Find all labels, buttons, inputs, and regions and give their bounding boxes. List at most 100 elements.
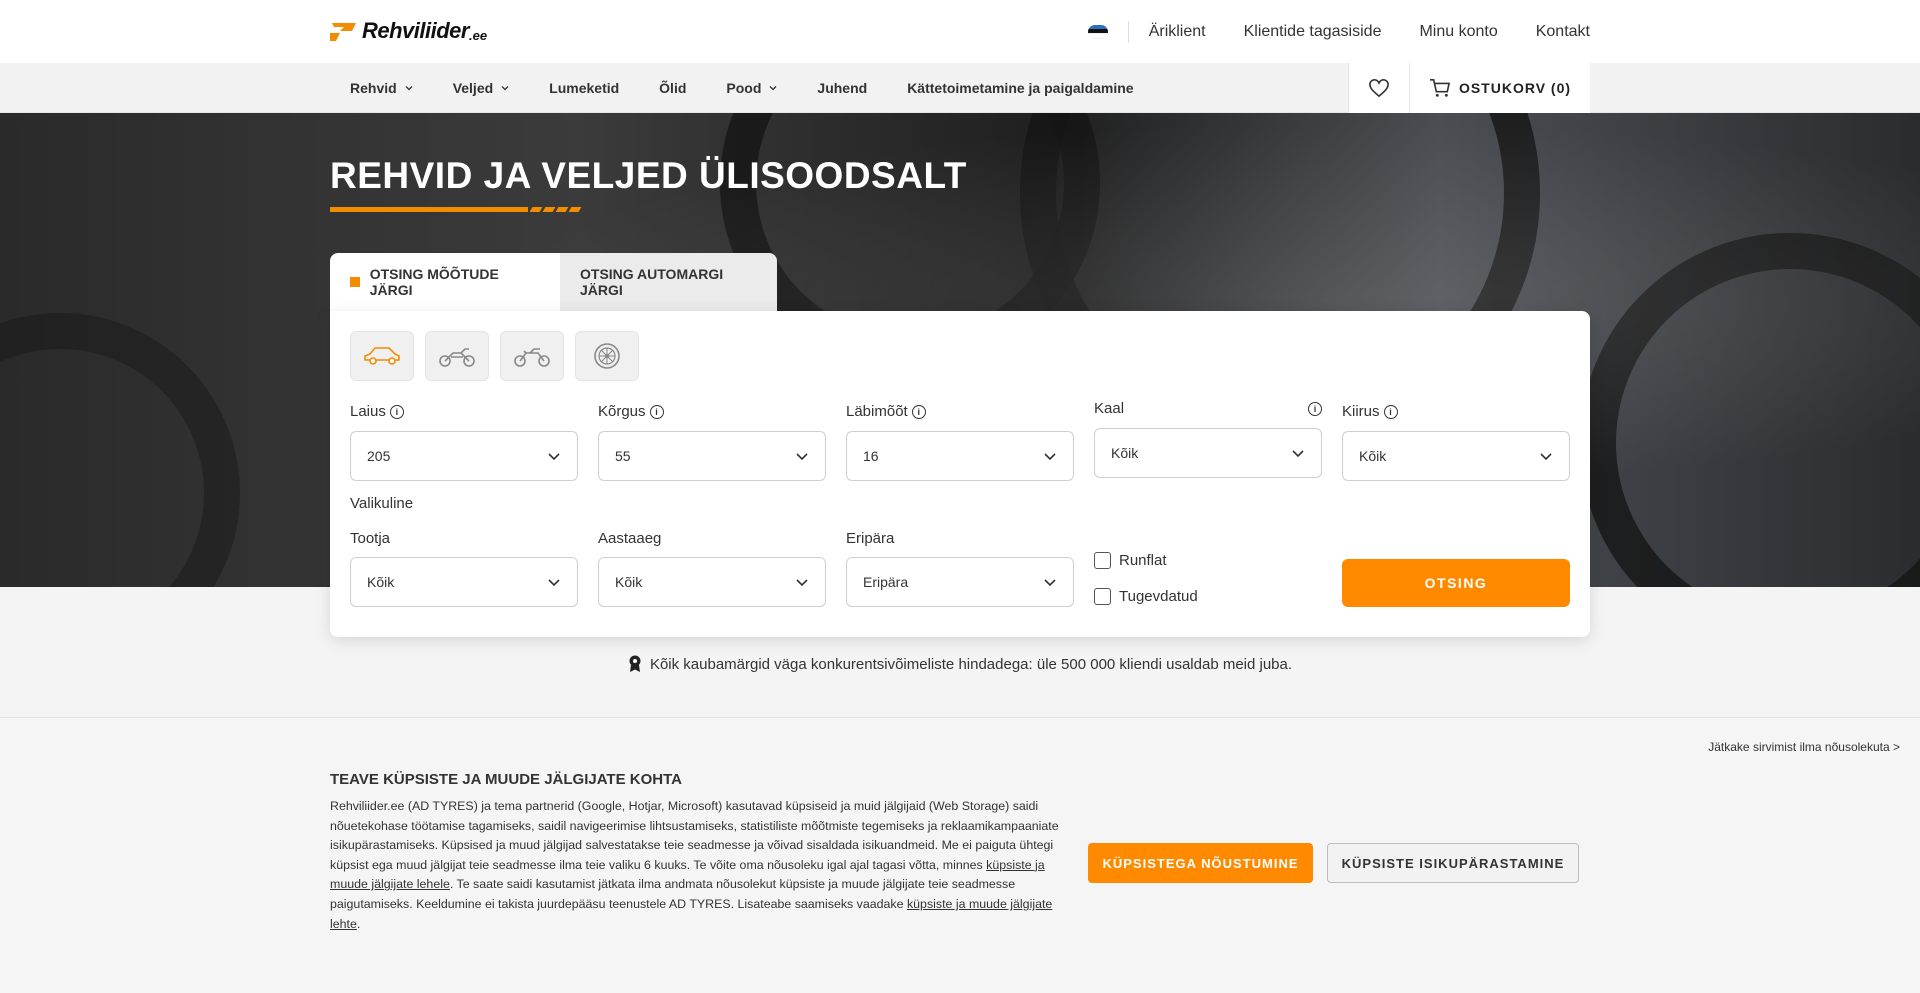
info-icon[interactable]: i bbox=[389, 404, 404, 419]
nav-label: Pood bbox=[726, 80, 762, 96]
nav-item-pood[interactable]: Pood bbox=[726, 80, 777, 96]
award-icon bbox=[629, 655, 641, 672]
cookie-skip-link[interactable]: Jätkake sirvimist ilma nõusolekuta > bbox=[1708, 740, 1900, 754]
label-text: Kiirus bbox=[1342, 403, 1380, 420]
label-laius: Laius i bbox=[350, 403, 404, 420]
label-aastaaeg: Aastaaeg bbox=[598, 530, 661, 547]
label-text: Aastaaeg bbox=[598, 530, 662, 547]
select-labimoot[interactable]: 16 bbox=[846, 431, 1074, 481]
top-header: Rehviliider .ee Äriklient Klientide taga… bbox=[0, 0, 1920, 63]
tab-label: OTSING AUTOMARGI JÄRGI bbox=[580, 266, 724, 298]
checkbox-box[interactable] bbox=[1094, 588, 1111, 605]
scooter-icon bbox=[439, 348, 475, 367]
nav-label: Kättetoimetamine ja paigaldamine bbox=[907, 80, 1134, 96]
vehicle-type-car[interactable] bbox=[350, 331, 414, 381]
nav-item-veljed[interactable]: Veljed bbox=[453, 80, 509, 96]
label-text: Laius bbox=[350, 403, 386, 420]
heart-icon bbox=[1369, 78, 1389, 98]
info-icon[interactable]: i bbox=[649, 404, 664, 419]
label-eripara: Eripära bbox=[846, 530, 894, 547]
chevron-down-icon bbox=[769, 86, 777, 91]
chevron-down-icon bbox=[405, 86, 413, 91]
nav-label: Rehvid bbox=[350, 80, 397, 96]
select-value: 16 bbox=[863, 448, 879, 464]
label-text: Tootja bbox=[350, 530, 391, 547]
cookie-text: Rehviliider.ee (AD TYRES) ja tema partne… bbox=[330, 797, 1060, 934]
label-kaal: Kaal i bbox=[1094, 400, 1322, 417]
chevron-down-icon bbox=[548, 579, 560, 587]
divider bbox=[1127, 20, 1129, 43]
checkbox-label: Tugevdatud bbox=[1119, 588, 1198, 605]
vehicle-type-scooter[interactable] bbox=[425, 331, 489, 381]
tab-search-by-car[interactable]: OTSING AUTOMARGI JÄRGI bbox=[560, 253, 777, 311]
search-button[interactable]: OTSING bbox=[1342, 559, 1570, 607]
checkbox-tugevdatud[interactable]: Tugevdatud bbox=[1094, 588, 1198, 605]
promo-text: Kõik kaubamärgid väga konkurentsivõimeli… bbox=[649, 655, 1293, 673]
label-tootja: Tootja bbox=[350, 530, 390, 547]
vehicle-type-wheel[interactable] bbox=[575, 331, 639, 381]
select-value: 205 bbox=[367, 448, 391, 464]
select-eripara[interactable]: Eripära bbox=[846, 557, 1074, 607]
search-panel: Laius i Kõrgus i Läbimõõt i Kaal i Kiiru… bbox=[330, 311, 1590, 637]
nav-label: Veljed bbox=[452, 80, 494, 96]
select-value: 55 bbox=[615, 448, 631, 464]
label-kiirus: Kiirus i bbox=[1342, 403, 1398, 420]
cart-button[interactable]: OSTUKORV (0) bbox=[1410, 63, 1590, 113]
cart-label: OSTUKORV (0) bbox=[1458, 80, 1572, 96]
info-icon[interactable]: i bbox=[1308, 401, 1322, 416]
select-value: Kõik bbox=[367, 574, 395, 590]
cookie-accept-button[interactable]: KÜPSISTEGA NÕUSTUMINE bbox=[1088, 843, 1313, 883]
label-labimoot: Läbimõõt i bbox=[846, 403, 926, 420]
checkbox-runflat[interactable]: Runflat bbox=[1094, 552, 1167, 569]
select-korgus[interactable]: 55 bbox=[598, 431, 826, 481]
logo-tld: .ee bbox=[468, 27, 488, 43]
select-laius[interactable]: 205 bbox=[350, 431, 578, 481]
nav-item-rehvid[interactable]: Rehvid bbox=[350, 80, 413, 96]
select-kaal[interactable]: Kõik bbox=[1094, 428, 1322, 478]
info-icon[interactable]: i bbox=[911, 404, 926, 419]
checkbox-box[interactable] bbox=[1094, 552, 1111, 569]
chevron-down-icon bbox=[796, 453, 808, 461]
estonia-flag-icon[interactable] bbox=[1087, 24, 1108, 39]
top-link-business[interactable]: Äriklient bbox=[1149, 23, 1206, 41]
select-value: Kõik bbox=[1359, 448, 1387, 464]
top-link-contact[interactable]: Kontakt bbox=[1536, 23, 1590, 41]
label-text: Kaal bbox=[1094, 400, 1125, 417]
top-link-account[interactable]: Minu konto bbox=[1419, 23, 1497, 41]
vehicle-type-selector bbox=[350, 331, 650, 381]
chevron-down-icon bbox=[1044, 453, 1056, 461]
tab-search-by-size[interactable]: OTSING MÕÕTUDE JÄRGI bbox=[330, 253, 560, 311]
cookie-text-part: Rehviliider.ee (AD TYRES) ja tema partne… bbox=[330, 799, 1059, 872]
chevron-down-icon bbox=[1044, 579, 1056, 587]
nav-item-juhend[interactable]: Juhend bbox=[817, 80, 867, 96]
cookie-customize-button[interactable]: KÜPSISTE ISIKUPÄRASTAMINE bbox=[1327, 843, 1579, 883]
wheel-icon bbox=[594, 343, 620, 369]
wishlist-button[interactable] bbox=[1348, 63, 1410, 113]
nav-item-olid[interactable]: Õlid bbox=[659, 80, 686, 96]
hero-underline bbox=[330, 207, 582, 212]
label-text: Läbimõõt bbox=[846, 403, 908, 420]
nav-label: Lumeketid bbox=[549, 80, 620, 96]
chevron-down-icon bbox=[1540, 453, 1552, 461]
label-text: Kõrgus bbox=[598, 403, 646, 420]
label-korgus: Kõrgus i bbox=[598, 403, 664, 420]
motorcycle-icon bbox=[514, 348, 550, 367]
select-value: Kõik bbox=[615, 574, 643, 590]
promo-line: Kõik kaubamärgid väga konkurentsivõimeli… bbox=[0, 655, 1920, 673]
top-link-feedback[interactable]: Klientide tagasiside bbox=[1244, 23, 1382, 41]
active-indicator bbox=[350, 277, 360, 287]
vehicle-type-motorcycle[interactable] bbox=[500, 331, 564, 381]
info-icon[interactable]: i bbox=[1383, 404, 1398, 419]
nav-item-lumeketid[interactable]: Lumeketid bbox=[549, 80, 619, 96]
select-tootja[interactable]: Kõik bbox=[350, 557, 578, 607]
car-icon bbox=[364, 347, 400, 365]
nav-label: Juhend bbox=[817, 80, 868, 96]
main-nav: Rehvid Veljed Lumeketid Õlid Pood Juhend… bbox=[0, 63, 1920, 113]
nav-item-delivery[interactable]: Kättetoimetamine ja paigaldamine bbox=[907, 80, 1133, 96]
logo[interactable]: Rehviliider .ee bbox=[330, 18, 487, 44]
hero-title: REHVID JA VELJED ÜLISOODSALT bbox=[330, 155, 967, 196]
logo-text: Rehviliider bbox=[362, 18, 469, 43]
label-text: Eripära bbox=[846, 530, 895, 547]
select-aastaaeg[interactable]: Kõik bbox=[598, 557, 826, 607]
select-kiirus[interactable]: Kõik bbox=[1342, 431, 1570, 481]
